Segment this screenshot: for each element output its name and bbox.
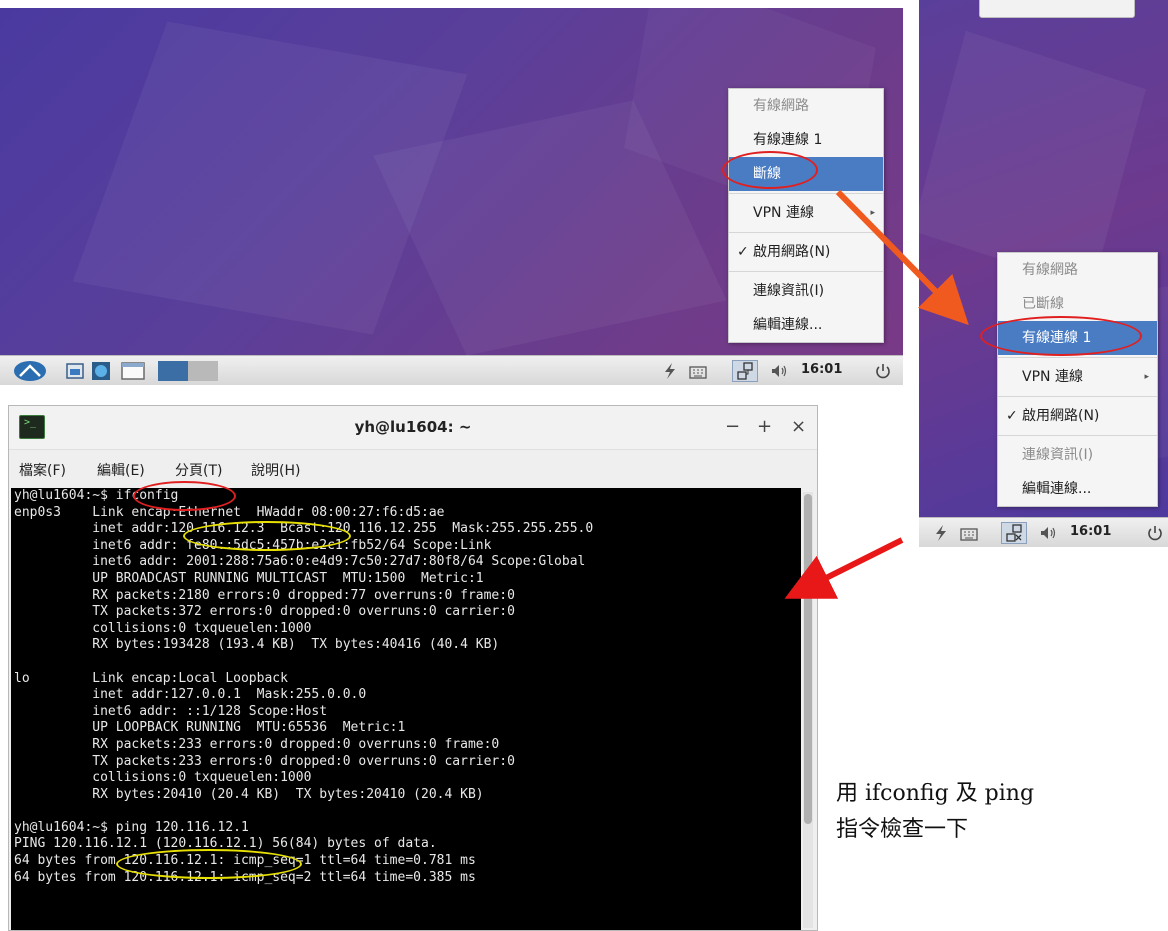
volume-icon[interactable]	[768, 361, 792, 381]
wallpaper-facet	[919, 30, 1146, 290]
terminal-line: UP BROADCAST RUNNING MULTICAST MTU:1500 …	[14, 570, 484, 586]
terminal-line: lo Link encap:Local Loopback	[14, 670, 288, 686]
minimize-button[interactable]: −	[725, 416, 740, 437]
terminal-line: RX bytes:193428 (193.4 KB) TX bytes:4041…	[14, 637, 500, 653]
annotation-circle-wired-connection	[980, 316, 1142, 356]
terminal-line: TX packets:233 errors:0 dropped:0 overru…	[14, 753, 515, 769]
power-icon[interactable]	[872, 361, 894, 381]
clock[interactable]: 16:01	[1070, 524, 1111, 539]
menu-separator	[729, 271, 883, 272]
annotation-circle-ifconfig	[133, 481, 236, 511]
start-menu-icon[interactable]	[10, 361, 50, 381]
terminal-window: >_ yh@lu1604: ~ − + × 檔案(F) 編輯(E) 分頁(T) …	[8, 405, 818, 931]
bolt-icon[interactable]	[660, 361, 680, 381]
volume-icon[interactable]	[1037, 523, 1061, 543]
annotation-circle-inet-addr	[183, 521, 351, 551]
terminal-text: yh@lu1604:~$ ifconfig enp0s3 Link encap:…	[11, 488, 801, 886]
terminal-line: inet6 addr: 2001:288:75a6:0:e4d9:7c50:27…	[14, 554, 586, 570]
terminal-menubar: 檔案(F) 編輯(E) 分頁(T) 說明(H)	[9, 450, 817, 488]
caption-line-1: 用 ifconfig 及 ping	[836, 781, 1035, 806]
menu-item-wired-network: 有線網路	[1022, 262, 1078, 278]
scrollbar-thumb[interactable]	[804, 494, 812, 824]
power-icon[interactable]	[1145, 523, 1165, 543]
taskbar-right: 16:01	[919, 517, 1168, 547]
window-icon[interactable]	[118, 361, 148, 381]
network-menu-right: 有線網路 已斷線 有線連線 1 VPN 連線 ▸ ✓ 啟用網路(N) 連線資訊(I)…	[997, 252, 1158, 507]
arrow-red	[784, 537, 904, 599]
network-icon[interactable]	[732, 360, 758, 382]
menu-item-connection-info: 連線資訊(I)	[1022, 447, 1094, 463]
terminal-line: collisions:0 txqueuelen:1000	[14, 770, 312, 786]
submenu-arrow-icon: ▸	[1144, 372, 1149, 382]
menu-item-enable-networking[interactable]: ✓ 啟用網路(N)	[729, 235, 883, 269]
menu-separator	[729, 232, 883, 233]
workspace-1[interactable]	[158, 361, 188, 381]
menu-item-enable-networking[interactable]: ✓ 啟用網路(N)	[998, 399, 1157, 433]
menu-separator	[998, 396, 1157, 397]
caption-line-2: 指令檢查一下	[836, 817, 969, 842]
terminal-line: yh@lu1604:~$ ping 120.116.12.1	[14, 819, 249, 835]
clock[interactable]: 16:01	[801, 362, 842, 377]
terminal-titlebar[interactable]: >_ yh@lu1604: ~ − + ×	[9, 406, 817, 450]
terminal-line: RX bytes:20410 (20.4 KB) TX bytes:20410 …	[14, 786, 484, 802]
menu-item-vpn-connections[interactable]: VPN 連線 ▸	[998, 360, 1157, 394]
caption-note: 用 ifconfig 及 ping 指令檢查一下	[836, 776, 1166, 848]
checkmark-icon: ✓	[1006, 408, 1018, 424]
file-manager-icon[interactable]	[64, 361, 86, 381]
terminal-line: RX packets:2180 errors:0 dropped:77 over…	[14, 587, 515, 603]
terminal-line: inet6 addr: ::1/128 Scope:Host	[14, 703, 328, 719]
network-disconnected-icon[interactable]	[1001, 522, 1027, 544]
bolt-icon[interactable]	[931, 523, 951, 543]
terminal-line: TX packets:372 errors:0 dropped:0 overru…	[14, 604, 515, 620]
workspace-2[interactable]	[188, 361, 218, 381]
annotation-circle-ping	[116, 849, 302, 879]
menu-item-edit-connections[interactable]: 編輯連線...	[998, 472, 1157, 506]
terminal-line: collisions:0 txqueuelen:1000	[14, 620, 312, 636]
browser-icon[interactable]	[90, 361, 112, 381]
keyboard-icon[interactable]	[686, 361, 710, 381]
top-dialog-fragment	[979, 0, 1135, 18]
menu-edit[interactable]: 編輯(E)	[97, 460, 145, 480]
terminal-line: RX packets:233 errors:0 dropped:0 overru…	[14, 736, 500, 752]
maximize-button[interactable]: +	[757, 416, 772, 437]
terminal-scrollbar[interactable]	[803, 492, 813, 928]
checkmark-icon: ✓	[737, 244, 749, 260]
menu-separator	[729, 193, 883, 194]
annotation-circle-disconnect	[722, 151, 818, 189]
menu-file[interactable]: 檔案(F)	[19, 460, 66, 480]
menu-help[interactable]: 說明(H)	[251, 460, 300, 480]
menu-item-connection-info[interactable]: 連線資訊(I)	[729, 274, 883, 308]
menu-item-wired-network: 有線網路	[753, 98, 809, 114]
menu-item-edit-connections[interactable]: 編輯連線...	[729, 308, 883, 342]
keyboard-icon[interactable]	[957, 523, 981, 543]
terminal-line: enp0s3 Link encap:Ethernet HWaddr 08:00:…	[14, 504, 445, 520]
close-button[interactable]: ×	[791, 416, 806, 437]
window-title: yh@lu1604: ~	[354, 418, 472, 436]
network-menu-left: 有線網路 有線連線 1 斷線 VPN 連線 ▸ ✓ 啟用網路(N) 連線資訊(I) …	[728, 88, 884, 343]
terminal-line: inet addr:127.0.0.1 Mask:255.0.0.0	[14, 687, 367, 703]
taskbar-left: 16:01	[0, 355, 903, 385]
terminal-line: UP LOOPBACK RUNNING MTU:65536 Metric:1	[14, 720, 406, 736]
menu-item-vpn-connections[interactable]: VPN 連線 ▸	[729, 196, 883, 230]
menu-tabs[interactable]: 分頁(T)	[175, 460, 222, 480]
menu-separator	[998, 357, 1157, 358]
menu-separator	[998, 435, 1157, 436]
submenu-arrow-icon: ▸	[870, 208, 875, 218]
